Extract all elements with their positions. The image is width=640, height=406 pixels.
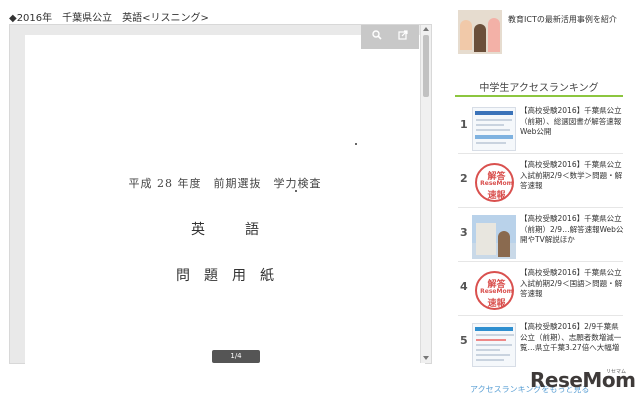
answer-stamp-thumbnail[interactable]: 解答 ReseMom 速報: [472, 269, 516, 313]
pdf-page: 平成 28 年度 前期選抜 学力検査 英語 問題用紙 1/4: [25, 35, 425, 365]
scroll-up-arrow-icon[interactable]: [423, 27, 429, 31]
stamp-circle: 解答 ReseMom 速報: [475, 271, 514, 310]
ranking-item-title[interactable]: 【高校受験2016】千葉県公立（前期）、総選図書が解答速報Web公開: [520, 106, 624, 138]
ranking-header: 中学生アクセスランキング: [455, 79, 623, 97]
ranking-item[interactable]: 4 解答 ReseMom 速報 【高校受験2016】千葉県公立入試前期2/9＜国…: [458, 266, 623, 316]
stamp-bottom-text: 速報: [487, 299, 506, 309]
exam-line: 平成 28 年度 前期選抜 学力検査: [128, 177, 322, 190]
rank-number: 1: [460, 118, 468, 131]
article-thumbnail[interactable]: [472, 107, 516, 151]
stamp-mid-text: ReseMom: [480, 288, 513, 295]
popout-icon[interactable]: [395, 30, 411, 44]
paper-label: 問題用紙: [176, 268, 288, 284]
ranking-item-title[interactable]: 【高校受験2016】千葉県公立入試前期2/9＜数学＞問題・解答速報: [520, 160, 624, 192]
scroll-thumb[interactable]: [423, 35, 429, 97]
page-indicator: 1/4: [212, 350, 260, 363]
document-title: ◆2016年 千葉県公立 英語<リスニング>: [9, 13, 209, 24]
featured-article-title[interactable]: 教育ICTの最新活用事例を紹介: [508, 14, 620, 25]
viewer-scrollbar[interactable]: [420, 25, 431, 363]
resemom-logo-ruby: リセマム: [606, 369, 627, 375]
stamp-bottom-text: 速報: [487, 191, 506, 201]
ranking-item[interactable]: 3 【高校受験2016】千葉県公立（前期）2/9…解答速報Web公開やTV解説ほ…: [458, 212, 623, 262]
pdf-viewer[interactable]: 平成 28 年度 前期選抜 学力検査 英語 問題用紙 1/4: [9, 24, 432, 365]
scan-speck: [355, 143, 357, 145]
ranking-item-title[interactable]: 【高校受験2016】千葉県公立（前期）2/9…解答速報Web公開やTV解説ほか: [520, 214, 624, 246]
ranking-item[interactable]: 5 【高校受験2016】2/9千葉県公立（前期）、志願者数増減一覧…県立千葉3.…: [458, 320, 623, 370]
scroll-down-arrow-icon[interactable]: [423, 356, 429, 360]
answer-stamp-thumbnail[interactable]: 解答 ReseMom 速報: [472, 161, 516, 205]
stamp-circle: 解答 ReseMom 速報: [475, 163, 514, 202]
article-thumbnail[interactable]: [472, 215, 516, 259]
ranking-item-title[interactable]: 【高校受験2016】2/9千葉県公立（前期）、志願者数増減一覧…県立千葉3.27…: [520, 322, 624, 354]
ranking-item[interactable]: 2 解答 ReseMom 速報 【高校受験2016】千葉県公立入試前期2/9＜数…: [458, 158, 623, 208]
subject-title: 英語: [191, 222, 299, 238]
article-thumbnail[interactable]: [472, 323, 516, 367]
rank-number: 2: [460, 172, 468, 185]
featured-article[interactable]: 教育ICTの最新活用事例を紹介: [458, 10, 618, 58]
viewer-toolbar: [361, 25, 419, 49]
ranking-item[interactable]: 1 【高校受験2016】千葉県公立（前期）、総選図書が解答速報Web公開: [458, 104, 623, 154]
rank-number: 5: [460, 334, 468, 347]
article-thumbnail[interactable]: [458, 10, 502, 54]
rank-number: 4: [460, 280, 468, 293]
rank-number: 3: [460, 226, 468, 239]
ranking-header-label: 中学生アクセスランキング: [479, 83, 599, 94]
magnifier-icon[interactable]: [369, 30, 385, 44]
ranking-item-title[interactable]: 【高校受験2016】千葉県公立入試前期2/9＜国語＞問題・解答速報: [520, 268, 624, 300]
stamp-mid-text: ReseMom: [480, 180, 513, 187]
